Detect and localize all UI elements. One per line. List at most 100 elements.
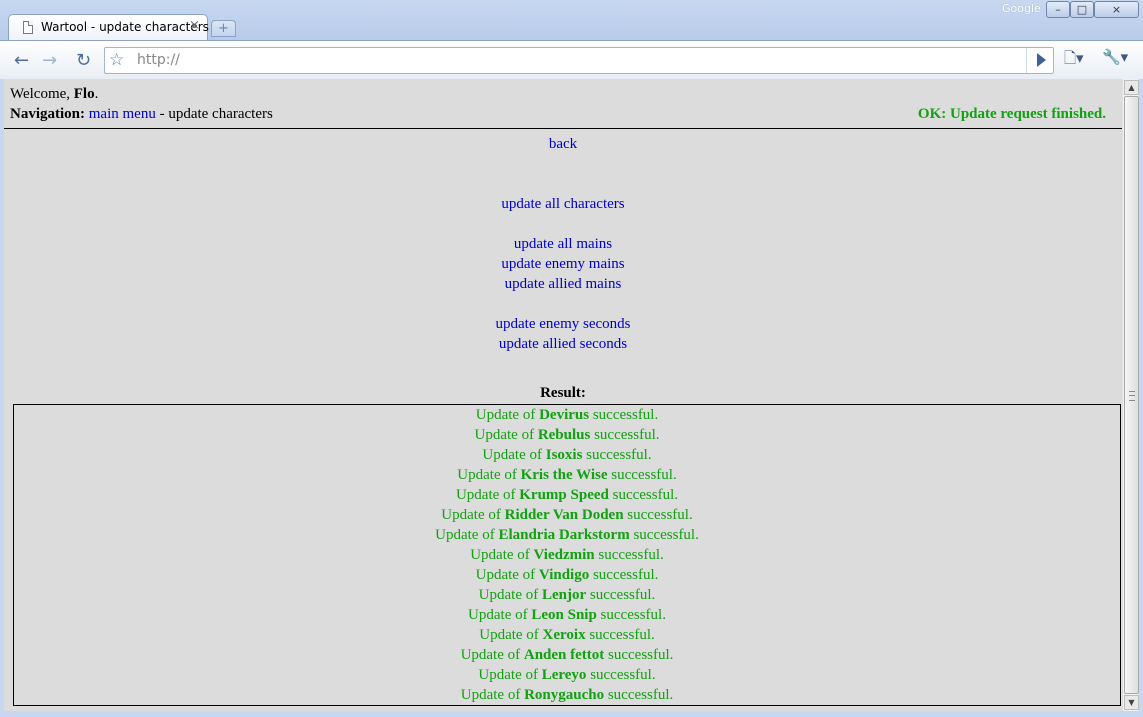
result-suffix: successful. [633, 527, 699, 543]
back-link[interactable]: back [549, 136, 577, 152]
result-prefix: Update of [474, 427, 535, 443]
update-all-mains-link[interactable]: update all mains [514, 236, 612, 252]
window-frame-bottom [0, 711, 1143, 717]
current-page-label: - update characters [159, 106, 273, 122]
result-suffix: successful. [586, 447, 652, 463]
result-character-name: Lenjor [541, 587, 587, 603]
back-arrow-icon[interactable]: ← [8, 47, 35, 74]
result-suffix: successful. [589, 627, 655, 643]
result-row: Update of Ridder Van Doden successful. [14, 505, 1120, 525]
result-suffix: successful. [611, 467, 677, 483]
result-row: Update of Anden fettot successful. [14, 645, 1120, 665]
result-row: Update of Viedzmin successful. [14, 545, 1120, 565]
result-suffix: successful. [607, 687, 674, 703]
result-prefix: Update of [460, 647, 521, 663]
result-prefix: Update of [468, 607, 528, 623]
page-icon [23, 21, 33, 34]
result-list: Update of Devirus successful. Update of R… [13, 404, 1121, 706]
result-character-name: Leon Snip [531, 607, 597, 623]
result-row: Update of Vindigo successful. [14, 565, 1120, 585]
browser-toolbar: ← → ↻ ☆ http:// 🗋▾ 🔧▾ [0, 40, 1143, 79]
status-message: OK: Update request finished. [917, 106, 1106, 122]
navigation-line: Navigation: main menu - update character… [10, 104, 273, 124]
update-enemy-mains-link[interactable]: update enemy mains [501, 256, 624, 272]
result-character-name: Xeroix [542, 627, 586, 643]
result-suffix: successful. [590, 667, 656, 683]
grip-icon [1129, 391, 1135, 401]
address-bar-divider [1026, 48, 1027, 73]
minimize-button[interactable]: – [1046, 1, 1070, 18]
page-menu-icon[interactable]: 🗋▾ [1064, 48, 1084, 73]
result-prefix: Update of [475, 407, 536, 423]
update-all-characters-link[interactable]: update all characters [501, 196, 624, 212]
result-character-name: Vindigo [538, 567, 590, 583]
result-prefix: Update of [470, 547, 530, 563]
result-character-name: Viedzmin [533, 547, 595, 563]
result-suffix: successful. [608, 647, 674, 663]
new-tab-button[interactable]: + [211, 20, 236, 37]
result-row: Update of Rebulus successful. [14, 425, 1120, 445]
result-character-name: Ridder Van Doden [504, 507, 624, 523]
navigation-label: Navigation: [10, 106, 85, 122]
page-content: Welcome, Flo. Navigation: main menu - up… [4, 79, 1122, 711]
result-character-name: Kris the Wise [520, 467, 608, 483]
result-character-name: Lereyo [541, 667, 587, 683]
browser-tab[interactable]: Wartool - update characters × [8, 14, 209, 41]
url-text[interactable]: http:// [137, 52, 180, 68]
tab-close-icon[interactable]: × [189, 18, 200, 33]
update-allied-mains-row: update allied mains [4, 274, 1122, 294]
result-character-name: Devirus [539, 407, 590, 423]
result-row: Update of Elandria Darkstorm successful. [14, 525, 1120, 545]
back-link-row: back [4, 134, 1122, 154]
update-allied-mains-link[interactable]: update allied mains [505, 276, 622, 292]
result-suffix: successful. [627, 507, 693, 523]
result-character-name: Rebulus [537, 427, 591, 443]
welcome-text: Welcome, [10, 86, 71, 102]
update-enemy-seconds-link[interactable]: update enemy seconds [496, 316, 631, 332]
result-title: Result: [540, 385, 586, 401]
result-prefix: Update of [478, 587, 539, 603]
result-suffix: successful. [598, 547, 664, 563]
reload-icon[interactable]: ↻ [70, 47, 97, 74]
result-prefix: Update of [457, 467, 517, 483]
result-row: Update of Krump Speed successful. [14, 485, 1120, 505]
scroll-down-arrow-icon[interactable]: ▼ [1124, 695, 1139, 710]
update-allied-seconds-link[interactable]: update allied seconds [499, 336, 627, 352]
page-header: Welcome, Flo. Navigation: main menu - up… [10, 84, 273, 124]
result-row: Update of Lereyo successful. [14, 665, 1120, 685]
result-prefix: Update of [460, 687, 521, 703]
result-suffix: successful. [612, 487, 679, 503]
result-character-name: Krump Speed [519, 487, 609, 503]
result-row: Update of Kris the Wise successful. [14, 465, 1120, 485]
main-menu-link[interactable]: main menu [89, 106, 156, 122]
tab-title: Wartool - update characters [41, 20, 209, 34]
scroll-thumb[interactable] [1124, 96, 1139, 694]
update-all-characters-row: update all characters [4, 194, 1122, 214]
brand-label: Google [1002, 2, 1041, 15]
result-prefix: Update of [478, 667, 538, 683]
result-row: Update of Leon Snip successful. [14, 605, 1120, 625]
title-bar: Wartool - update characters × + Google –… [0, 0, 1143, 41]
update-allied-seconds-row: update allied seconds [4, 334, 1122, 354]
result-prefix: Update of [482, 447, 542, 463]
result-suffix: successful. [600, 607, 666, 623]
result-prefix: Update of [475, 567, 536, 583]
vertical-scrollbar[interactable]: ▲ ▼ [1122, 79, 1139, 711]
result-character-name: Anden fettot [523, 647, 605, 663]
star-icon[interactable]: ☆ [109, 50, 124, 70]
address-bar[interactable]: ☆ http:// [104, 47, 1054, 74]
result-row: Update of Ronygaucho successful. [14, 685, 1120, 705]
scroll-up-arrow-icon[interactable]: ▲ [1124, 80, 1139, 95]
result-prefix: Update of [435, 527, 495, 543]
result-suffix: successful. [592, 567, 659, 583]
welcome-line: Welcome, Flo. [10, 84, 273, 104]
wrench-icon[interactable]: 🔧▾ [1102, 48, 1128, 66]
forward-arrow-icon[interactable]: → [36, 47, 63, 74]
result-character-name: Isoxis [545, 447, 583, 463]
go-icon[interactable] [1037, 53, 1046, 67]
maximize-button[interactable]: □ [1070, 1, 1094, 18]
update-enemy-seconds-row: update enemy seconds [4, 314, 1122, 334]
result-suffix: successful. [589, 587, 656, 603]
close-window-button[interactable]: × [1094, 1, 1139, 18]
update-enemy-mains-row: update enemy mains [4, 254, 1122, 274]
